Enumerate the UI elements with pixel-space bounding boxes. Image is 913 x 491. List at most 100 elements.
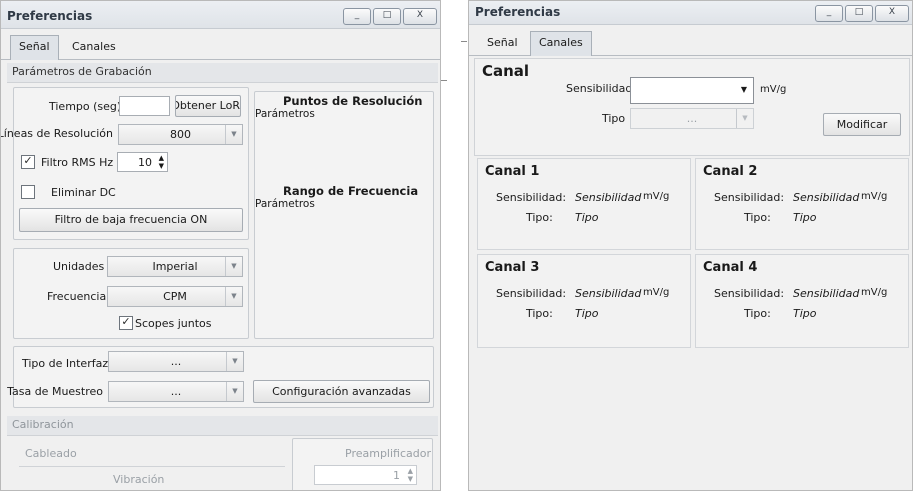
maximize-button[interactable]: □	[845, 5, 873, 22]
close-button[interactable]: X	[403, 8, 437, 25]
channel-sens-label: Sensibilidad:	[496, 287, 567, 300]
window-title: Preferencias	[7, 9, 93, 23]
canal-title: Canal	[482, 62, 530, 80]
tipo-interfaz-value: ...	[170, 355, 182, 368]
filtro-rms-spinner[interactable]: 10 ▲ ▼	[117, 152, 168, 172]
tiempo-input[interactable]	[119, 96, 170, 116]
channel-card-3: Canal 3 Sensibilidad: Sensibilidad mV/g …	[477, 254, 691, 348]
title-bar: Preferencias _ □ X	[469, 1, 912, 25]
eliminar-dc-label: Eliminar DC	[51, 186, 116, 199]
sensibilidad-label: Sensibilidad	[566, 82, 633, 95]
scopes-label: Scopes juntos	[135, 317, 212, 330]
lineas-label-clip: Líneas de Resolución	[1, 127, 113, 143]
tab-canales[interactable]: Canales	[530, 31, 592, 56]
tiempo-label: Tiempo (seg)	[49, 100, 122, 113]
frecuencia-select-value: CPM	[163, 290, 187, 303]
minimize-button[interactable]: _	[815, 5, 843, 22]
tasa-label-clip: Tasa de Muestreo	[1, 385, 103, 401]
channel-tipo-value: Tipo	[575, 211, 599, 224]
tipo-label: Tipo	[602, 112, 626, 125]
unidades-label: Unidades	[53, 260, 105, 273]
chevron-down-icon: ▼	[225, 257, 242, 276]
scopes-checkbox[interactable]: ✓	[119, 316, 133, 330]
channel-sens-value: Sensibilidad	[793, 191, 860, 204]
configuracion-avanzadas-button[interactable]: Configuración avanzadas	[253, 380, 430, 403]
title-bar: Preferencias _ □ X	[1, 1, 440, 29]
spin-arrows-icon[interactable]: ▲ ▼	[408, 467, 413, 483]
frecuencia-label: Frecuencia	[47, 290, 107, 303]
channel-tipo-label: Tipo:	[744, 211, 771, 224]
tasa-value: ...	[170, 385, 182, 398]
channel-card-2: Canal 2 Sensibilidad: Sensibilidad mV/g …	[695, 158, 909, 250]
chevron-down-icon: ▼	[736, 109, 753, 128]
chevron-down-icon: ▼	[225, 125, 242, 144]
filtro-rms-label: Filtro RMS Hz	[41, 156, 114, 169]
filtro-baja-button[interactable]: Filtro de baja frecuencia ON	[19, 208, 243, 232]
tab-senal[interactable]: Señal	[10, 35, 59, 60]
spin-arrows-icon[interactable]: ▲ ▼	[159, 154, 164, 170]
channel-tipo-value: Tipo	[793, 307, 817, 320]
channel-sens-label: Sensibilidad:	[496, 191, 567, 204]
gap-marker	[461, 41, 467, 42]
channel-name: Canal 2	[703, 164, 758, 179]
minimize-button[interactable]: _	[343, 8, 371, 25]
tasa-select[interactable]: ... ▼	[108, 381, 244, 402]
tab-senal[interactable]: Señal	[478, 31, 527, 56]
eliminar-dc-checkbox[interactable]	[21, 185, 35, 199]
channel-name: Canal 4	[703, 260, 758, 275]
preferences-window-senal: Preferencias _ □ X Señal Canales Parámet…	[0, 0, 441, 491]
channel-sens-label: Sensibilidad:	[714, 287, 785, 300]
lineas-select[interactable]: 800 ▼	[118, 124, 243, 145]
obtener-lor-button[interactable]: Obtener LoR	[175, 95, 241, 117]
channel-card-4: Canal 4 Sensibilidad: Sensibilidad mV/g …	[695, 254, 909, 348]
section-header-calibracion: Calibración	[7, 416, 438, 436]
tipo-select[interactable]: ... ▼	[630, 108, 754, 129]
channel-card-1: Canal 1 Sensibilidad: Sensibilidad mV/g …	[477, 158, 691, 250]
rango-title: Rango de Frecuencia	[283, 184, 419, 198]
preamp-label: Preamplificador	[345, 447, 431, 460]
unidades-select-value: Imperial	[152, 260, 198, 273]
sensibilidad-select[interactable]: ▼	[630, 77, 754, 104]
channel-unit: mV/g	[861, 287, 888, 298]
channel-tipo-label: Tipo:	[526, 307, 553, 320]
lineas-label: Líneas de Resolución	[1, 127, 113, 140]
window-gap	[441, 0, 468, 491]
channel-tipo-value: Tipo	[793, 211, 817, 224]
preamp-value: 1	[393, 469, 400, 482]
tipo-select-value: ...	[686, 112, 698, 125]
tipo-interfaz-select[interactable]: ... ▼	[108, 351, 244, 372]
channel-tipo-value: Tipo	[575, 307, 599, 320]
preamp-spinner[interactable]: 1 ▲ ▼	[314, 465, 417, 485]
close-button[interactable]: X	[875, 5, 909, 22]
channel-unit: mV/g	[643, 287, 670, 298]
puntos-sub: Parámetros	[255, 108, 315, 120]
channel-name: Canal 3	[485, 260, 540, 275]
channel-name: Canal 1	[485, 164, 540, 179]
chevron-down-icon: ▼	[225, 287, 242, 306]
chevron-down-icon: ▼	[226, 352, 243, 371]
modificar-button[interactable]: Modificar	[823, 113, 901, 136]
tab-canales[interactable]: Canales	[63, 35, 125, 60]
maximize-button[interactable]: □	[373, 8, 401, 25]
info-panel	[254, 91, 434, 339]
tipo-interfaz-label: Tipo de Interfaz	[22, 357, 109, 370]
channel-sens-value: Sensibilidad	[575, 287, 642, 300]
unidades-select[interactable]: Imperial ▼	[107, 256, 243, 277]
channel-sens-label: Sensibilidad:	[714, 191, 785, 204]
canal-editor-panel	[474, 58, 910, 156]
window-title: Preferencias	[475, 5, 561, 19]
sensibilidad-unit: mV/g	[760, 84, 787, 95]
filtro-rms-value: 10	[138, 156, 152, 169]
puntos-title: Puntos de Resolución	[283, 94, 423, 108]
channel-sens-value: Sensibilidad	[575, 191, 642, 204]
lineas-select-value: 800	[170, 128, 191, 141]
channel-tipo-label: Tipo:	[526, 211, 553, 224]
rango-sub: Parámetros	[255, 198, 315, 210]
cableado-label: Cableado	[25, 447, 77, 460]
channel-tipo-label: Tipo:	[744, 307, 771, 320]
frecuencia-select[interactable]: CPM ▼	[107, 286, 243, 307]
chevron-down-icon: ▼	[226, 382, 243, 401]
channel-unit: mV/g	[643, 191, 670, 202]
filtro-rms-checkbox[interactable]: ✓	[21, 155, 35, 169]
channel-sens-value: Sensibilidad	[793, 287, 860, 300]
